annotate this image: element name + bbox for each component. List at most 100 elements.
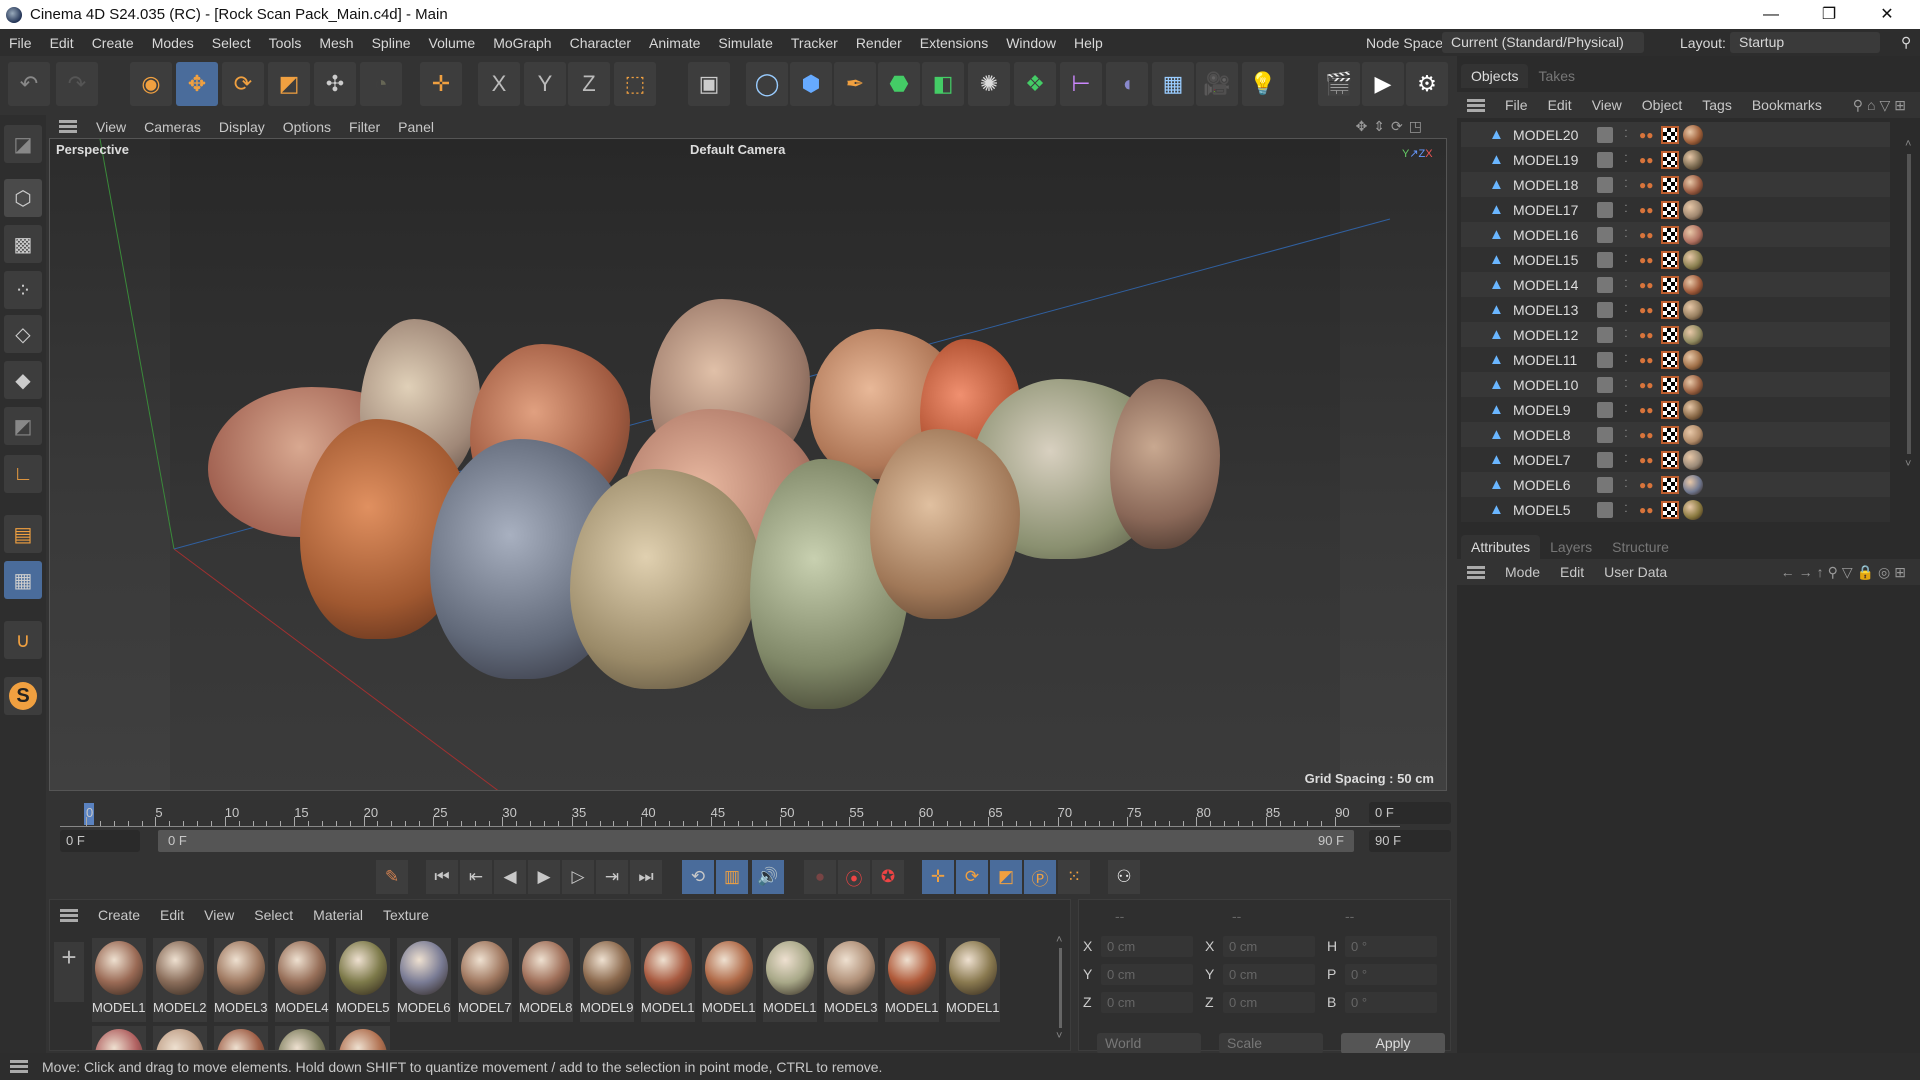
viewport-menu-filter[interactable]: Filter (340, 119, 389, 135)
go-to-start-icon[interactable]: ⏮ (426, 860, 458, 894)
material-swatch[interactable]: MODEL2 (153, 938, 207, 1022)
coord-value-field[interactable]: 0 ° (1345, 964, 1437, 985)
material-swatch[interactable]: MODEL4 (275, 938, 329, 1022)
menu-file[interactable]: File (0, 35, 41, 51)
object-row[interactable]: ▲ MODEL20 ⁚ ●● (1461, 122, 1890, 147)
coord-value-field[interactable]: 0 cm (1223, 964, 1315, 985)
visibility-dots-icon[interactable]: ⁚ (1613, 454, 1639, 465)
phong-tag-icon[interactable]: ●● (1639, 378, 1661, 392)
texture-mode-icon[interactable]: ▩ (4, 225, 42, 263)
make-editable-icon[interactable]: ◪ (4, 125, 42, 163)
material-hamburger-icon[interactable] (60, 908, 78, 922)
transform-tool-icon[interactable]: ✣ (314, 62, 356, 106)
uvw-tag-icon[interactable] (1661, 500, 1679, 519)
key-rotation-icon[interactable]: ⟳ (956, 860, 988, 894)
magnet-icon[interactable]: ∪ (4, 621, 42, 659)
edges-mode-icon[interactable]: ◇ (4, 315, 42, 353)
floor-icon[interactable]: ▦ (1152, 62, 1194, 106)
key-position-icon[interactable]: ✛ (922, 860, 954, 894)
phong-tag-icon[interactable]: ●● (1639, 478, 1661, 492)
object-row[interactable]: ▲ MODEL16 ⁚ ●● (1461, 222, 1890, 247)
layer-icon[interactable] (1597, 251, 1613, 268)
axis-mode-icon[interactable]: ∟ (4, 455, 42, 493)
close-button[interactable]: ✕ (1858, 0, 1916, 29)
key-parameter-icon[interactable]: Ⓟ (1024, 860, 1056, 894)
start-frame-field[interactable]: 0 F (60, 830, 140, 852)
object-row[interactable]: ▲ MODEL9 ⁚ ●● (1461, 397, 1890, 422)
pen-tool-icon[interactable]: ✒ (834, 62, 876, 106)
layer-icon[interactable] (1597, 376, 1613, 393)
uvw-tag-icon[interactable] (1661, 300, 1679, 319)
menu-mesh[interactable]: Mesh (310, 35, 362, 51)
object-row[interactable]: ▲ MODEL13 ⁚ ●● (1461, 297, 1890, 322)
visibility-dots-icon[interactable]: ⁚ (1613, 354, 1639, 365)
uvw-tag-icon[interactable] (1661, 200, 1679, 219)
uvw-tag-icon[interactable] (1661, 475, 1679, 494)
layout-select[interactable]: Startup (1730, 32, 1880, 53)
visibility-dots-icon[interactable]: ⁚ (1613, 279, 1639, 290)
menu-modes[interactable]: Modes (143, 35, 203, 51)
render-view-icon[interactable]: 🎬 (1318, 62, 1360, 106)
layer-icon[interactable] (1597, 151, 1613, 168)
layer-icon[interactable] (1597, 276, 1613, 293)
cube-icon[interactable]: ⬢ (790, 62, 832, 106)
coord-value-field[interactable]: 0 cm (1223, 936, 1315, 957)
visibility-dots-icon[interactable]: ⁚ (1613, 329, 1639, 340)
viewport-menu-view[interactable]: View (87, 119, 135, 135)
size-mode-select[interactable]: Scale (1219, 1033, 1323, 1054)
layer-icon[interactable] (1597, 451, 1613, 468)
next-key-icon[interactable]: ⇥ (596, 860, 628, 894)
viewport-menu-panel[interactable]: Panel (389, 119, 443, 135)
object-row[interactable]: ▲ MODEL17 ⁚ ●● (1461, 197, 1890, 222)
tab-layers[interactable]: Layers (1540, 535, 1602, 559)
record-disabled-icon[interactable]: ● (804, 860, 836, 894)
autokey-icon[interactable]: ✪ (872, 860, 904, 894)
phong-tag-icon[interactable]: ●● (1639, 203, 1661, 217)
3d-viewport[interactable]: Perspective Default Camera Y↗ZX Grid Spa… (49, 138, 1447, 791)
viewport-navigation-icons[interactable]: ✥⇕⟳◳ (1347, 118, 1437, 135)
scripting-icon[interactable]: S (4, 677, 42, 715)
material-tag-icon[interactable] (1683, 324, 1703, 345)
objects-menu-file[interactable]: File (1495, 97, 1538, 113)
coord-value-field[interactable]: 0 cm (1101, 936, 1193, 957)
snapping-icon[interactable]: ▦ (4, 561, 42, 599)
field-icon[interactable]: ◖ (1106, 62, 1148, 106)
material-tag-icon[interactable] (1683, 224, 1703, 245)
material-tag-icon[interactable] (1683, 349, 1703, 370)
menu-mograph[interactable]: MoGraph (484, 35, 560, 51)
viewport-menu-cameras[interactable]: Cameras (135, 119, 210, 135)
rotate-tool-icon[interactable]: ⟳ (222, 62, 264, 106)
mograph-cubes-icon[interactable]: ❖ (1014, 62, 1056, 106)
phong-tag-icon[interactable]: ●● (1639, 253, 1661, 267)
attributes-nav-icons[interactable]: ←→↑⚲▽🔒◎⊞ (1771, 564, 1920, 581)
menu-tools[interactable]: Tools (260, 35, 311, 51)
layer-icon[interactable] (1597, 176, 1613, 193)
material-tag-icon[interactable] (1683, 374, 1703, 395)
layer-icon[interactable] (1597, 126, 1613, 143)
material-swatch[interactable]: MODEL1 (885, 938, 939, 1022)
material-swatch[interactable] (275, 1026, 329, 1050)
object-row[interactable]: ▲ MODEL14 ⁚ ●● (1461, 272, 1890, 297)
phong-tag-icon[interactable]: ●● (1639, 228, 1661, 242)
uvw-tag-icon[interactable] (1661, 175, 1679, 194)
objects-menu-object[interactable]: Object (1632, 97, 1692, 113)
apply-button[interactable]: Apply (1341, 1033, 1445, 1054)
next-frame-icon[interactable]: ▷ (562, 860, 594, 894)
object-row[interactable]: ▲ MODEL19 ⁚ ●● (1461, 147, 1890, 172)
phong-tag-icon[interactable]: ●● (1639, 453, 1661, 467)
material-swatch[interactable]: MODEL1 (641, 938, 695, 1022)
material-menu-texture[interactable]: Texture (373, 907, 439, 923)
tab-attributes[interactable]: Attributes (1461, 535, 1541, 559)
cloner-icon[interactable]: ✺ (968, 62, 1010, 106)
phong-tag-icon[interactable]: ●● (1639, 153, 1661, 167)
menu-tracker[interactable]: Tracker (782, 35, 847, 51)
key-tool-icon[interactable]: ✎ (376, 860, 408, 894)
coord-value-field[interactable]: 0 ° (1345, 992, 1437, 1013)
model-mode-icon[interactable]: ⬡ (4, 179, 42, 217)
visibility-dots-icon[interactable]: ⁚ (1613, 204, 1639, 215)
coord-value-field[interactable]: 0 ° (1345, 936, 1437, 957)
menu-edit[interactable]: Edit (41, 35, 83, 51)
move-tool-icon[interactable]: ✥ (176, 62, 218, 106)
menu-simulate[interactable]: Simulate (709, 35, 781, 51)
object-row[interactable]: ▲ MODEL12 ⁚ ●● (1461, 322, 1890, 347)
